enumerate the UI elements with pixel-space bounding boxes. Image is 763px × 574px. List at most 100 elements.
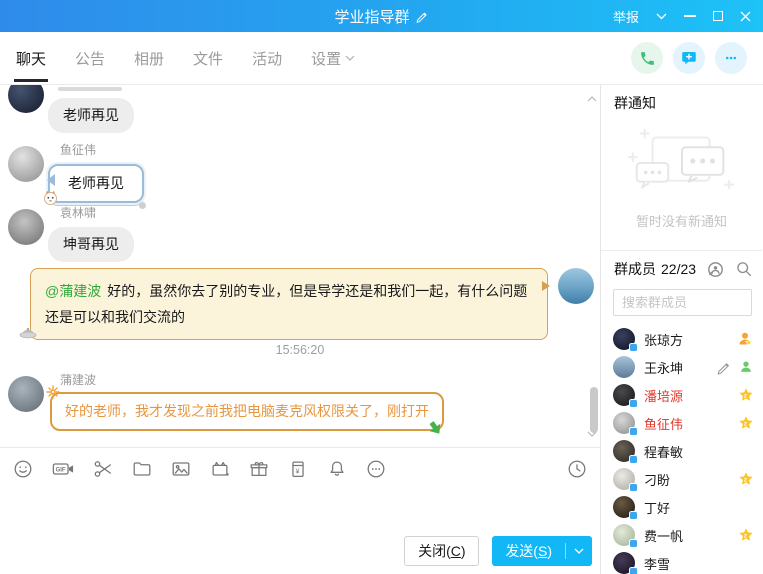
maximize-button[interactable] [713,11,723,21]
bell-notify-icon[interactable] [326,458,348,480]
member-name: 刁盼 [644,470,670,489]
send-options-button[interactable] [566,548,592,554]
red-packet-icon[interactable]: ¥ [287,458,309,480]
member-row[interactable]: 丁好 [613,493,754,521]
sender-name[interactable]: 袁林啸 [60,204,96,221]
avatar [613,356,635,378]
paw-bubble-decoration-icon [139,202,146,209]
avatar [613,440,635,462]
avatar [613,552,635,574]
chat-column: 老师再见 鱼征伟 老师再见 [0,85,601,574]
message-list: 老师再见 鱼征伟 老师再见 [0,85,600,448]
mobile-online-badge [629,511,638,520]
tab-files[interactable]: 文件 [193,32,223,84]
screenshot-scissors-icon[interactable] [92,458,114,480]
avatar[interactable] [8,85,44,113]
tab-announcement[interactable]: 公告 [75,32,105,84]
group-notice-title: 群通知 [614,93,656,113]
message-bubble-decorated: 好的老师，我才发现之前我把电脑麦克风权限关了，刚打开 [50,392,444,431]
avatar [613,524,635,546]
edit-title-icon[interactable] [415,9,429,23]
mobile-online-badge [629,455,638,464]
message-history-clock-icon[interactable] [566,458,588,480]
close-button[interactable]: 关闭(C) [404,536,479,566]
search-members-icon[interactable] [736,261,752,277]
gift-icon[interactable] [248,458,270,480]
member-row[interactable]: 鱼征伟 z [613,409,754,437]
minimize-button[interactable] [684,15,696,17]
avatar [613,384,635,406]
green-arrow-decoration-icon [428,420,444,441]
sender-name[interactable]: 鱼征伟 [60,141,96,158]
group-sidebar: 群通知 暂时没有新通知 群成员 22/23 [601,85,762,574]
member-row[interactable]: 潘培源 z [613,381,754,409]
input-toolbar: GIF ¥ [0,449,600,488]
avatar[interactable] [8,376,44,412]
sidebar-divider [601,250,762,251]
tabbar: 聊天 公告 相册 文件 活动 设置 [0,32,763,85]
mobile-online-badge [629,427,638,436]
member-row[interactable]: 刁盼 z [613,465,754,493]
message-bubble-decorated: 老师再见 [48,164,144,203]
tab-chat[interactable]: 聊天 [16,32,46,84]
sparkle-bubble-decoration-icon [46,385,60,404]
group-members-title: 群成员 [614,259,656,279]
folder-file-icon[interactable] [131,458,153,480]
scroll-down-arrow-icon[interactable] [587,424,597,442]
avatar [613,412,635,434]
member-row[interactable]: 李雪 [613,549,754,574]
tab-settings[interactable]: 设置 [311,32,355,84]
clipped-sender-name [58,87,122,91]
voice-call-button[interactable] [631,42,663,74]
new-chat-button[interactable] [673,42,705,74]
edit-card-pencil-icon[interactable] [716,359,732,375]
emoji-icon[interactable] [12,458,34,480]
manage-members-icon[interactable] [707,261,724,278]
message-input[interactable] [0,488,600,528]
member-count: 22/23 [661,261,696,277]
self-avatar[interactable] [558,268,594,304]
member-level-star-icon: z [738,415,754,431]
gif-hotpic-icon[interactable]: GIF [51,458,75,480]
send-button[interactable]: 发送(S) [492,541,565,561]
avatar [613,328,635,350]
member-row[interactable]: 费一帆 z [613,521,754,549]
sender-name[interactable]: 蒲建波 [60,371,96,388]
report-chevron-down-icon[interactable] [656,13,667,20]
member-name: 张琼方 [644,330,683,349]
qq-group-chat-window: 学业指导群 举报 聊天 公告 相册 文件 活动 设置 [0,0,763,574]
member-name: 王永坤 [644,358,683,377]
phone-icon [639,50,656,67]
avatar [613,468,635,490]
empty-notice-text: 暂时没有新通知 [601,211,762,230]
send-button-group: 发送(S) [492,536,592,566]
close-button[interactable] [740,11,751,22]
avatar [613,496,635,518]
member-row[interactable]: 张琼方 [613,325,754,353]
settings-chevron-down-icon [345,55,355,61]
timestamp: 15:56:20 [0,343,600,357]
meme-doutu-icon[interactable] [209,458,231,480]
member-name: 潘培源 [644,386,683,405]
more-tools-icon[interactable] [365,458,387,480]
window-title: 学业指导群 [334,6,409,27]
member-level-star-icon: z [738,471,754,487]
chat-plus-icon [680,49,698,67]
member-row[interactable]: 王永坤 [613,353,754,381]
tab-album[interactable]: 相册 [134,32,164,84]
message-bubble: 老师再见 [48,98,134,133]
scroll-up-arrow-icon[interactable] [587,89,597,107]
member-level-star-icon: z [738,527,754,543]
member-row[interactable]: 程春敏 [613,437,754,465]
report-button[interactable]: 举报 [613,7,639,26]
tab-activity[interactable]: 活动 [252,32,282,84]
mention-link[interactable]: @蒲建波 [45,283,101,299]
more-actions-button[interactable] [715,42,747,74]
image-icon[interactable] [170,458,192,480]
search-members-input[interactable] [613,289,752,316]
ellipsis-icon [722,49,740,67]
avatar[interactable] [8,209,44,245]
member-name: 鱼征伟 [644,414,683,433]
avatar[interactable] [8,146,44,182]
group-owner-icon [736,330,754,348]
